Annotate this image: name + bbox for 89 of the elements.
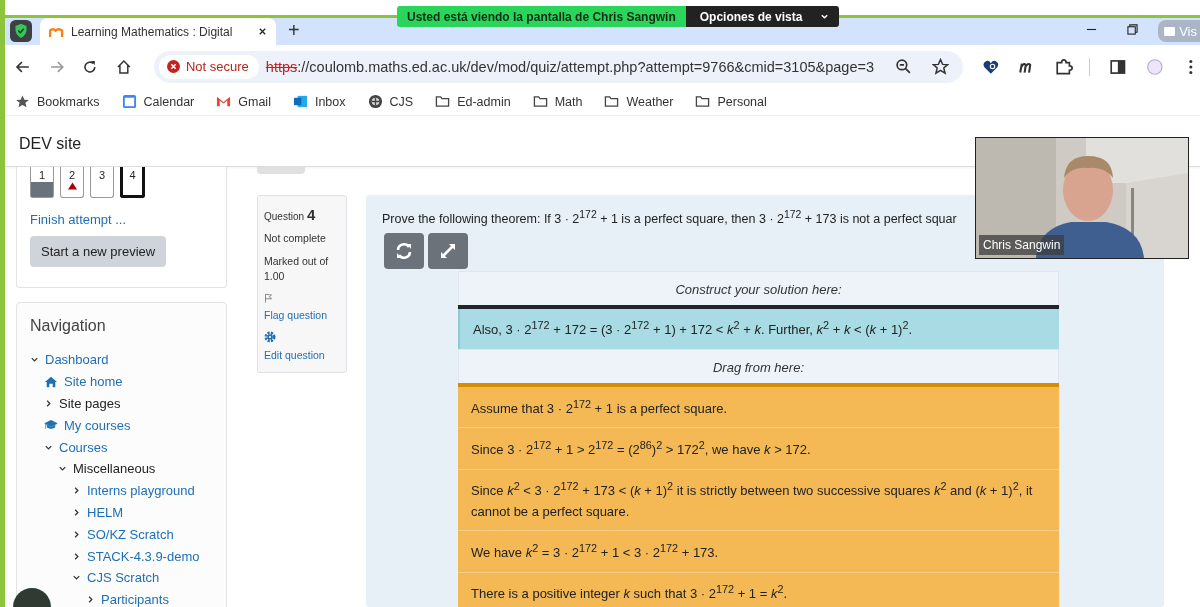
- question-status: Not complete: [264, 231, 327, 246]
- folder-icon[interactable]: [435, 94, 451, 109]
- refresh-icon: [394, 241, 414, 262]
- participant-name: Chris Sangwin: [979, 235, 1065, 255]
- nav-item[interactable]: Interns playground: [87, 483, 195, 499]
- star-icon[interactable]: [931, 58, 949, 75]
- refresh-button[interactable]: [384, 233, 424, 270]
- restore-icon[interactable]: [1127, 24, 1139, 35]
- nav-item[interactable]: My courses: [64, 417, 131, 433]
- flag-icon: [264, 292, 273, 303]
- folder-icon[interactable]: [604, 94, 620, 109]
- site-title[interactable]: DEV site: [19, 135, 82, 153]
- error-icon: [166, 60, 180, 73]
- chevron-down-icon[interactable]: [58, 464, 67, 474]
- bookmark-link[interactable]: Weather: [626, 94, 674, 109]
- flag-question-link[interactable]: Flag question: [264, 307, 328, 324]
- inbox-icon[interactable]: [292, 94, 308, 109]
- question-text: Prove the following theorem: If 3 · 2$^{172}$ + 1 is a perfect square, then 3 · 2$^{172}$ + 173 is not a perfect squar: [382, 209, 958, 227]
- folder-icon[interactable]: [532, 94, 548, 109]
- zoom-out-icon[interactable]: [894, 58, 912, 75]
- chevron-down-icon[interactable]: [30, 355, 39, 365]
- url-text: https://coulomb.maths.ed.ac.uk/dev/mod/quiz/attempt.php?attempt=9766&cmid=3105&page=3: [265, 58, 874, 75]
- crest-icon[interactable]: [367, 94, 383, 109]
- question-button[interactable]: 2: [60, 167, 84, 198]
- proof-step[interactable]: Since k$^{2}$ < 3 · 2$^{172}$ + 173 < (k + 1)$^{2}$ it is strictly between two successive squares k$^{2}$ and (k + 1)$^{2}$, it cannot be a perfect square.: [458, 469, 1059, 532]
- question-number: Question 4: [264, 206, 317, 223]
- chevron-down-icon[interactable]: [72, 573, 81, 583]
- new-tab-button[interactable]: +: [288, 19, 300, 42]
- browser-tab[interactable]: Learning Mathematics : Digital: [40, 18, 276, 45]
- shield-icon[interactable]: [10, 20, 32, 42]
- not-secure-chip[interactable]: Not secure: [158, 54, 259, 79]
- question-button[interactable]: 1: [30, 167, 54, 198]
- proof-step[interactable]: Also, 3 · 2$^{172}$ + 172 = (3 · 2$^{172}$ + 1) + 172 < k$^{2}$ + k. Further, k$^{2}$ + k < (k + 1)$^{2}$.: [458, 309, 1059, 350]
- close-icon[interactable]: [258, 27, 267, 36]
- bookmark-link[interactable]: Math: [554, 94, 583, 109]
- bookmark-link[interactable]: Personal: [717, 94, 767, 109]
- house-icon: [44, 375, 58, 388]
- question-button[interactable]: 3: [90, 167, 114, 198]
- flag-triangle-icon: [68, 182, 77, 190]
- proof-step[interactable]: There is a positive integer k such that 3 · 2$^{172}$ + 1 = k$^{2}$.: [458, 572, 1059, 607]
- chevron-right-icon[interactable]: [86, 595, 95, 605]
- nav-item[interactable]: Participants: [101, 592, 169, 607]
- bookmark-link[interactable]: CJS: [389, 94, 414, 109]
- address-bar[interactable]: Not secure https://coulomb.maths.ed.ac.uk/dev/mod/quiz/attempt.php?attempt=9766&cmid=3105&page=3: [153, 50, 963, 83]
- mail-icon[interactable]: [216, 94, 232, 109]
- drag-area-heading: Drag from here:: [458, 349, 1059, 384]
- side-panel-icon[interactable]: [1108, 57, 1127, 76]
- solution-area-heading: Construct your solution here:: [458, 271, 1059, 306]
- proof-step[interactable]: Assume that 3 · 2$^{172}$ + 1 is a perfect square.: [458, 387, 1059, 429]
- bookmark-link[interactable]: Inbox: [314, 94, 346, 109]
- calendar-icon[interactable]: [121, 94, 137, 109]
- nav-item[interactable]: Site pages: [59, 396, 121, 411]
- nav-item[interactable]: Miscellaneous: [73, 461, 156, 477]
- navigation-heading: Navigation: [30, 317, 107, 335]
- bookmark-link[interactable]: Calendar: [143, 94, 195, 109]
- nav-item[interactable]: STACK-4.3.9-demo: [87, 548, 200, 564]
- nav-item[interactable]: HELM: [87, 504, 124, 520]
- chevron-right-icon[interactable]: [72, 507, 81, 517]
- expand-button[interactable]: [428, 233, 468, 270]
- chevron-right-icon[interactable]: [72, 486, 81, 496]
- chevron-right-icon[interactable]: [44, 399, 53, 408]
- proof-step[interactable]: Since 3 · 2$^{172}$ + 1 > 2$^{172}$ = (2$^{86}$)$^{2}$ > 172$^{2}$, we have k > 172.: [458, 428, 1059, 470]
- bookmark-link[interactable]: Gmail: [238, 94, 271, 109]
- finish-attempt-link[interactable]: Finish attempt ...: [30, 212, 213, 227]
- proof-step[interactable]: We have k$^{2}$ = 3 · 2$^{172}$ + 1 < 3 · 2$^{172}$ + 173.: [458, 531, 1059, 573]
- bookmark-link[interactable]: Bookmarks: [37, 94, 100, 109]
- nav-item[interactable]: SO/KZ Scratch: [87, 526, 174, 542]
- chevron-right-icon[interactable]: [72, 529, 81, 539]
- nav-item[interactable]: Site home: [64, 374, 123, 390]
- nav-item[interactable]: Courses: [59, 439, 108, 455]
- nav-item[interactable]: Dashboard: [45, 352, 109, 368]
- question-button[interactable]: 4: [120, 167, 145, 198]
- moodle-icon: [49, 25, 64, 38]
- folder-icon[interactable]: [695, 94, 711, 109]
- caret-icon: [820, 12, 830, 21]
- puzzle-icon[interactable]: [1055, 57, 1073, 76]
- home-icon[interactable]: [116, 58, 132, 75]
- screen-share-banner: Usted está viendo la pantalla de Chris Sangwin: [397, 6, 686, 27]
- question-marks: Marked out of 1.00: [264, 254, 330, 285]
- nav-item[interactable]: CJS Scratch: [87, 570, 160, 586]
- gear-icon: [264, 331, 276, 344]
- chevron-right-icon[interactable]: [72, 551, 81, 561]
- star-icon[interactable]: [15, 94, 30, 109]
- edit-question-link[interactable]: Edit question: [264, 348, 325, 365]
- grid-icon: [1164, 26, 1176, 36]
- start-preview-button[interactable]: Start a new preview: [30, 236, 167, 267]
- view-options-button[interactable]: Opciones de vista: [685, 6, 840, 27]
- bookmark-link[interactable]: Ed-admin: [457, 94, 511, 109]
- graduation-cap-icon: [44, 419, 58, 432]
